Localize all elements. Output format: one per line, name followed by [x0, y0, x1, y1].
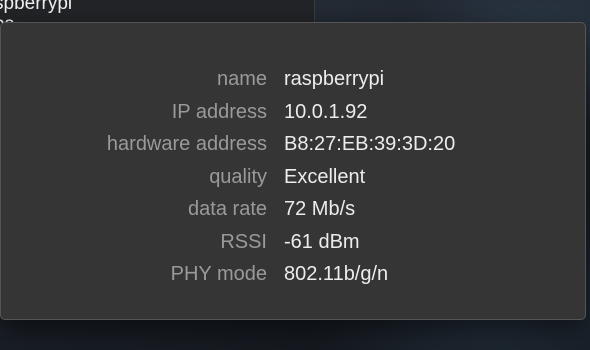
info-value: 72 Mb/s — [284, 198, 356, 221]
info-label: IP address — [171, 100, 267, 123]
info-row-phy-mode: PHY mode 802.11b/g/n — [1, 258, 587, 291]
info-row-hardware-address: hardware address B8:27:EB:39:3D:20 — [1, 128, 587, 161]
info-label: PHY mode — [170, 263, 267, 286]
info-row-ip-address: IP address 10.0.1.92 — [1, 96, 587, 129]
info-row-rssi: RSSI -61 dBm — [1, 226, 587, 259]
info-label: RSSI — [220, 230, 267, 253]
network-info-popover: name raspberrypi IP address 10.0.1.92 ha… — [0, 22, 586, 320]
background-window-text: spberrypi — [0, 0, 73, 14]
info-label: quality — [209, 165, 267, 188]
info-row-name: name raspberrypi — [1, 63, 587, 96]
desktop: spberrypi ps name raspberrypi IP address… — [0, 0, 590, 350]
info-label: data rate — [188, 198, 267, 221]
info-value: B8:27:EB:39:3D:20 — [284, 133, 456, 156]
info-value: raspberrypi — [284, 68, 385, 91]
info-row-data-rate: data rate 72 Mb/s — [1, 193, 587, 226]
info-row-quality: quality Excellent — [1, 161, 587, 194]
info-value: Excellent — [284, 165, 366, 188]
info-label: hardware address — [106, 133, 267, 156]
info-label: name — [216, 68, 267, 91]
info-value: 10.0.1.92 — [284, 100, 368, 123]
info-value: 802.11b/g/n — [284, 263, 389, 286]
network-info-list: name raspberrypi IP address 10.0.1.92 ha… — [1, 63, 587, 291]
info-value: -61 dBm — [284, 230, 360, 253]
